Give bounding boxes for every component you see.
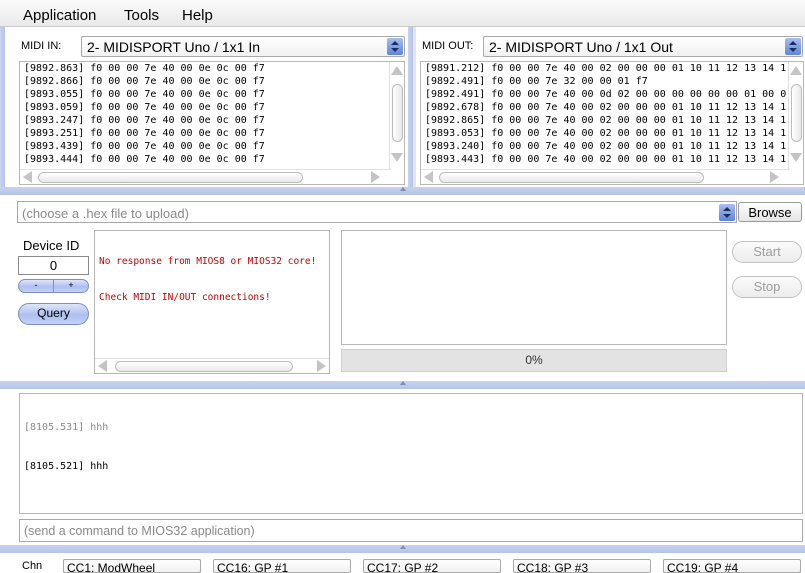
midi-out-log-line: [9892.865] f0 00 00 7e 40 00 02 00 00 00… <box>425 115 787 126</box>
midi-out-log-line: [9891.212] f0 00 00 7e 40 00 02 00 00 00… <box>425 63 787 74</box>
upload-status-hscroll[interactable] <box>95 358 329 373</box>
upload-info-area <box>341 230 727 345</box>
terminal-output[interactable]: [8105.531] hhh [8105.521] hhh <box>19 393 803 514</box>
midi-out-log[interactable]: [9891.212] f0 00 00 7e 40 00 02 00 00 00… <box>420 61 804 185</box>
midi-in-log-line: [9893.055] f0 00 00 7e 40 00 0e 0c 00 f7 <box>24 89 265 100</box>
status-message-check-connections: Check MIDI IN/OUT connections! <box>99 292 271 303</box>
midi-in-hscroll-thumb[interactable] <box>38 172 303 183</box>
device-id-label: Device ID <box>23 238 80 253</box>
cc-select-2[interactable]: CC16: GP #1 <box>213 559 351 573</box>
midi-in-log-line: [9893.059] f0 00 00 7e 40 00 0e 0c 00 f7 <box>24 102 265 113</box>
midi-out-selected-value: 2- MIDISPORT Uno / 1x1 Out <box>489 39 673 55</box>
midi-in-label: MIDI IN: <box>21 40 62 52</box>
browse-button[interactable]: Browse <box>738 202 802 222</box>
cc-select-5[interactable]: CC19: GP #4 <box>663 559 801 573</box>
midi-in-selected-value: 2- MIDISPORT Uno / 1x1 In <box>87 39 260 55</box>
start-button[interactable]: Start <box>732 241 802 263</box>
upload-status-messages: No response from MIOS8 or MIOS32 core! C… <box>99 232 316 328</box>
midi-in-log-line: [9893.444] f0 00 00 7e 40 00 0e 0c 00 f7 <box>24 154 265 165</box>
terminal-line: [8105.521] hhh <box>24 461 109 472</box>
midi-out-vscroll[interactable] <box>788 62 803 170</box>
midi-out-vscroll-thumb[interactable] <box>791 84 802 142</box>
splitter-grip-icon <box>399 187 406 191</box>
midi-in-vscroll-thumb[interactable] <box>392 84 403 142</box>
hex-file-history-arrows-icon[interactable] <box>719 204 735 221</box>
midi-in-vscroll[interactable] <box>389 62 404 170</box>
midi-out-log-line: [9892.491] f0 00 00 7e 40 00 0d 02 00 00… <box>425 89 787 100</box>
scroll-left-icon[interactable] <box>98 360 107 372</box>
midi-in-hscroll[interactable] <box>20 169 391 184</box>
midi-out-select[interactable]: 2- MIDISPORT Uno / 1x1 Out <box>483 36 803 57</box>
upload-progress-bar: 0% <box>341 349 727 372</box>
midi-out-log-line: [9893.240] f0 00 00 7e 40 00 02 00 00 00… <box>425 141 787 152</box>
scroll-up-icon[interactable] <box>790 66 802 75</box>
hex-file-input[interactable]: (choose a .hex file to upload) <box>17 201 737 223</box>
scroll-down-icon[interactable] <box>391 153 403 162</box>
midi-in-log-lines: [9892.863] f0 00 00 7e 40 00 0e 0c 00 f7… <box>24 62 265 166</box>
terminal-line: [8105.531] hhh <box>24 422 109 433</box>
midi-panels-splitter-edge <box>413 27 416 187</box>
hex-file-placeholder: (choose a .hex file to upload) <box>22 206 189 221</box>
midi-out-log-line: [9892.678] f0 00 00 7e 40 00 02 00 00 00… <box>425 102 787 113</box>
menu-bar: Application Tools Help <box>0 0 805 27</box>
scroll-left-icon[interactable] <box>424 171 433 183</box>
splitter-upload-terminal[interactable] <box>0 381 805 389</box>
midi-out-log-line: [9893.443] f0 00 00 7e 40 00 02 00 00 00… <box>425 154 787 165</box>
device-id-decrement-button[interactable]: - <box>18 279 54 293</box>
device-id-increment-button[interactable]: + <box>53 279 89 293</box>
upload-status-log[interactable]: No response from MIOS8 or MIOS32 core! C… <box>94 230 330 374</box>
midi-out-hscroll[interactable] <box>421 169 790 184</box>
splitter-midi-upload[interactable] <box>0 187 805 195</box>
midi-out-log-line: [9892.491] f0 00 00 7e 32 00 00 01 f7 <box>425 76 648 87</box>
midi-out-log-line: [9893.053] f0 00 00 7e 40 00 02 00 00 00… <box>425 128 787 139</box>
cc-select-3[interactable]: CC17: GP #2 <box>363 559 501 573</box>
midi-out-select-arrows-icon[interactable] <box>785 38 801 55</box>
terminal-lines: [8105.531] hhh [8105.521] hhh <box>24 395 108 499</box>
scroll-down-icon[interactable] <box>790 153 802 162</box>
midi-out-log-lines: [9891.212] f0 00 00 7e 40 00 02 00 00 00… <box>425 62 786 166</box>
device-id-input[interactable]: 0 <box>18 256 89 275</box>
menu-help[interactable]: Help <box>182 7 213 24</box>
midi-out-label: MIDI OUT: <box>422 40 474 52</box>
midi-in-log-line: [9893.439] f0 00 00 7e 40 00 0e 0c 00 f7 <box>24 141 265 152</box>
midi-in-select[interactable]: 2- MIDISPORT Uno / 1x1 In <box>81 36 405 57</box>
scroll-right-icon[interactable] <box>371 171 380 183</box>
splitter-terminal-controls[interactable] <box>0 545 805 553</box>
midi-in-log-line: [9892.863] f0 00 00 7e 40 00 0e 0c 00 f7 <box>24 63 265 74</box>
query-button[interactable]: Query <box>18 303 89 325</box>
left-edge-divider <box>0 27 5 187</box>
scroll-right-icon[interactable] <box>770 171 779 183</box>
menu-application[interactable]: Application <box>23 7 96 24</box>
upload-status-hscroll-thumb[interactable] <box>115 361 293 372</box>
stop-button[interactable]: Stop <box>732 276 802 298</box>
cc-select-4[interactable]: CC18: GP #3 <box>513 559 651 573</box>
scroll-up-icon[interactable] <box>391 66 403 75</box>
midi-in-log-line: [9893.247] f0 00 00 7e 40 00 0e 0c 00 f7 <box>24 115 265 126</box>
midi-in-log-line: [9892.866] f0 00 00 7e 40 00 0e 0c 00 f7 <box>24 76 265 87</box>
scroll-right-icon[interactable] <box>317 360 326 372</box>
status-message-no-response: No response from MIOS8 or MIOS32 core! <box>99 256 317 267</box>
midi-in-select-arrows-icon[interactable] <box>387 38 403 55</box>
cc-select-1[interactable]: CC1: ModWheel <box>63 559 201 573</box>
scroll-left-icon[interactable] <box>23 171 32 183</box>
midi-out-hscroll-thumb[interactable] <box>439 172 704 183</box>
midi-in-log[interactable]: [9892.863] f0 00 00 7e 40 00 0e 0c 00 f7… <box>19 61 405 185</box>
channel-label: Chn <box>22 560 43 572</box>
menu-tools[interactable]: Tools <box>124 7 159 24</box>
command-input[interactable]: (send a command to MIOS32 application) <box>19 519 803 542</box>
splitter-grip-icon <box>399 381 406 385</box>
splitter-grip-icon <box>399 545 406 549</box>
midi-in-log-line: [9893.251] f0 00 00 7e 40 00 0e 0c 00 f7 <box>24 128 265 139</box>
